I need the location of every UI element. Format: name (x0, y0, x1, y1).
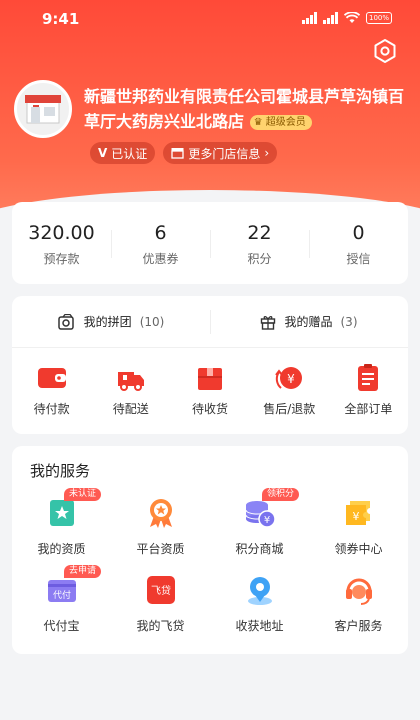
order-list-icon (358, 364, 379, 391)
store-front-icon (25, 95, 61, 124)
svg-text:代付: 代付 (52, 590, 70, 601)
stats-card: 320.00 预存款 6 优惠券 22 积分 0 授信 (12, 202, 408, 284)
status-time: 9:41 (42, 10, 80, 28)
loan-icon: 飞贷 (146, 576, 175, 604)
vip-badge: ♛ 超级会员 (249, 115, 312, 130)
stat-label: 授信 (346, 252, 371, 266)
signal-icon (302, 12, 317, 24)
orders-card: 我的拼团 (10) 我的赠品 (3) 待付款 待配送 待收货 ¥ 售后/退款 全… (12, 296, 408, 434)
signal-icon (323, 12, 338, 24)
settings-hexagon-icon[interactable] (372, 38, 398, 64)
services-title: 我的服务 (30, 462, 91, 480)
more-stores-button[interactable]: 更多门店信息 › (163, 142, 278, 164)
stat-value: 0 (352, 222, 365, 244)
battery-icon: 100% (366, 12, 392, 24)
gifts-tab[interactable]: 我的赠品 (3) (210, 296, 408, 347)
apply-tag: 去申请 (64, 565, 102, 578)
svg-text:飞贷: 飞贷 (151, 584, 171, 597)
svg-text:¥: ¥ (287, 372, 295, 386)
store-avatar[interactable] (14, 80, 72, 138)
stat-label: 优惠券 (142, 252, 179, 266)
svg-text:¥: ¥ (352, 510, 359, 523)
get-points-tag: 领积分 (262, 488, 300, 501)
qualification-icon (49, 500, 74, 526)
truck-icon (117, 372, 144, 391)
store-name: 新疆世邦药业有限责任公司霍城县芦草沟镇百草厅大药房兴业北路店 ♛ 超级会员 (84, 87, 405, 131)
box-icon (198, 368, 222, 390)
location-icon (247, 577, 272, 605)
services-card: 我的服务 未认证 我的资质 平台资质 ¥ 领积分 积分商城 ¥ 领券中心 代付 … (12, 446, 408, 654)
service-pay-for-me[interactable]: 代付 去申请 代付宝 (12, 565, 111, 634)
store-badges: V 已认证 更多门店信息 › (90, 142, 278, 164)
verified-badge[interactable]: V 已认证 (90, 142, 156, 164)
group-buy-icon (57, 313, 74, 330)
service-address[interactable]: 收获地址 (210, 573, 309, 634)
stat-credit[interactable]: 0 授信 (309, 202, 408, 284)
award-icon (149, 499, 172, 528)
headset-icon (345, 578, 372, 605)
gift-icon (261, 315, 276, 330)
coins-icon: ¥ (245, 501, 276, 528)
service-platform-qualification[interactable]: 平台资质 (111, 496, 210, 557)
stat-prepaid[interactable]: 320.00 预存款 (12, 202, 111, 284)
chevron-right-icon: › (264, 146, 270, 160)
stat-coupons[interactable]: 6 优惠券 (111, 202, 210, 284)
service-customer-service[interactable]: 客户服务 (309, 573, 408, 634)
order-all[interactable]: 全部订单 (329, 362, 408, 417)
stat-value: 22 (247, 222, 272, 244)
refund-icon: ¥ (275, 367, 303, 389)
svg-text:¥: ¥ (263, 515, 269, 526)
pay-for-icon: 代付 (47, 580, 76, 602)
unverified-tag: 未认证 (64, 488, 102, 501)
wifi-icon (344, 12, 360, 23)
verified-icon: V (98, 146, 108, 160)
stat-value: 320.00 (28, 222, 95, 244)
service-points-mall[interactable]: ¥ 领积分 积分商城 (210, 488, 309, 557)
order-pending-delivery[interactable]: 待配送 (91, 362, 170, 417)
service-coupon-center[interactable]: ¥ 领券中心 (309, 496, 408, 557)
store-icon (171, 148, 184, 159)
wallet-icon (37, 368, 66, 388)
order-pending-payment[interactable]: 待付款 (12, 362, 91, 417)
group-buy-tab[interactable]: 我的拼团 (10) (12, 296, 210, 347)
status-bar: 9:41 100% (0, 0, 420, 38)
stat-label: 预存款 (43, 252, 80, 266)
service-my-loan[interactable]: 飞贷 我的飞贷 (111, 573, 210, 634)
order-pending-receipt[interactable]: 待收货 (170, 362, 249, 417)
stat-value: 6 (154, 222, 167, 244)
coupon-icon: ¥ (345, 501, 370, 525)
service-my-qualification[interactable]: 未认证 我的资质 (12, 488, 111, 557)
order-refunds[interactable]: ¥ 售后/退款 (250, 362, 329, 417)
stat-label: 积分 (247, 252, 272, 266)
stat-points[interactable]: 22 积分 (210, 202, 309, 284)
